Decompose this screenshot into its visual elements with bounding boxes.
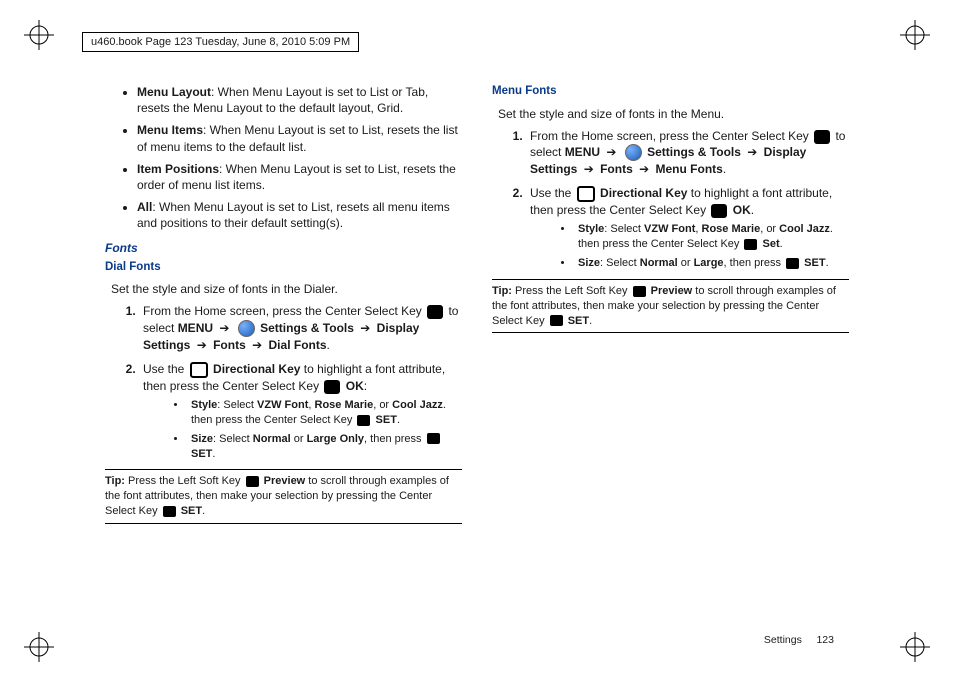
step-2: Use the Directional Key to highlight a f… [139,361,462,461]
steps-list: From the Home screen, press the Center S… [105,303,462,461]
center-key-icon [744,239,757,250]
list-item: Item Positions: When Menu Layout is set … [137,161,462,193]
sub-item-style: Style: Select VZW Font, Rose Marie, or C… [574,222,849,252]
center-key-icon [550,315,563,326]
heading-menu-fonts: Menu Fonts [492,84,849,100]
step-2: Use the Directional Key to highlight a f… [526,185,849,271]
directional-key-icon [577,186,595,202]
footer-section: Settings [764,634,802,646]
center-key-icon [357,415,370,426]
settings-globe-icon [238,320,255,337]
intro-text: Set the style and size of fonts in the D… [111,281,462,297]
sub-item-size: Size: Select Normal or Large, then press… [574,256,849,271]
tip-box: Tip: Press the Left Soft Key Preview to … [492,279,849,334]
soft-key-icon [246,476,259,487]
intro-text: Set the style and size of fonts in the M… [498,106,849,122]
list-item: All: When Menu Layout is set to List, re… [137,199,462,231]
step-1: From the Home screen, press the Center S… [526,128,849,178]
tip-box: Tip: Press the Left Soft Key Preview to … [105,469,462,524]
crop-mark-tr [900,20,930,50]
page-footer: Settings 123 [764,634,834,646]
center-key-icon [163,506,176,517]
center-key-icon [324,380,340,394]
list-item: Menu Layout: When Menu Layout is set to … [137,84,462,116]
book-page-header: u460.book Page 123 Tuesday, June 8, 2010… [82,32,359,52]
crop-mark-tl [24,20,54,50]
center-key-icon [786,258,799,269]
heading-fonts: Fonts [105,240,462,256]
heading-dial-fonts: Dial Fonts [105,260,462,276]
left-column: Menu Layout: When Menu Layout is set to … [105,84,462,620]
directional-key-icon [190,362,208,378]
page-content: Menu Layout: When Menu Layout is set to … [105,84,849,620]
sub-item-style: Style: Select VZW Font, Rose Marie, or C… [187,398,462,428]
page-number: 123 [816,634,834,646]
sub-item-size: Size: Select Normal or Large Only, then … [187,432,462,462]
center-key-icon [427,305,443,319]
settings-globe-icon [625,144,642,161]
crop-mark-br [900,632,930,662]
steps-list: From the Home screen, press the Center S… [492,128,849,271]
soft-key-icon [633,286,646,297]
center-key-icon [814,130,830,144]
center-key-icon [711,204,727,218]
step-1: From the Home screen, press the Center S… [139,303,462,353]
reset-options-list: Menu Layout: When Menu Layout is set to … [105,84,462,232]
crop-mark-bl [24,632,54,662]
center-key-icon [427,433,440,444]
list-item: Menu Items: When Menu Layout is set to L… [137,122,462,154]
right-column: Menu Fonts Set the style and size of fon… [492,84,849,620]
